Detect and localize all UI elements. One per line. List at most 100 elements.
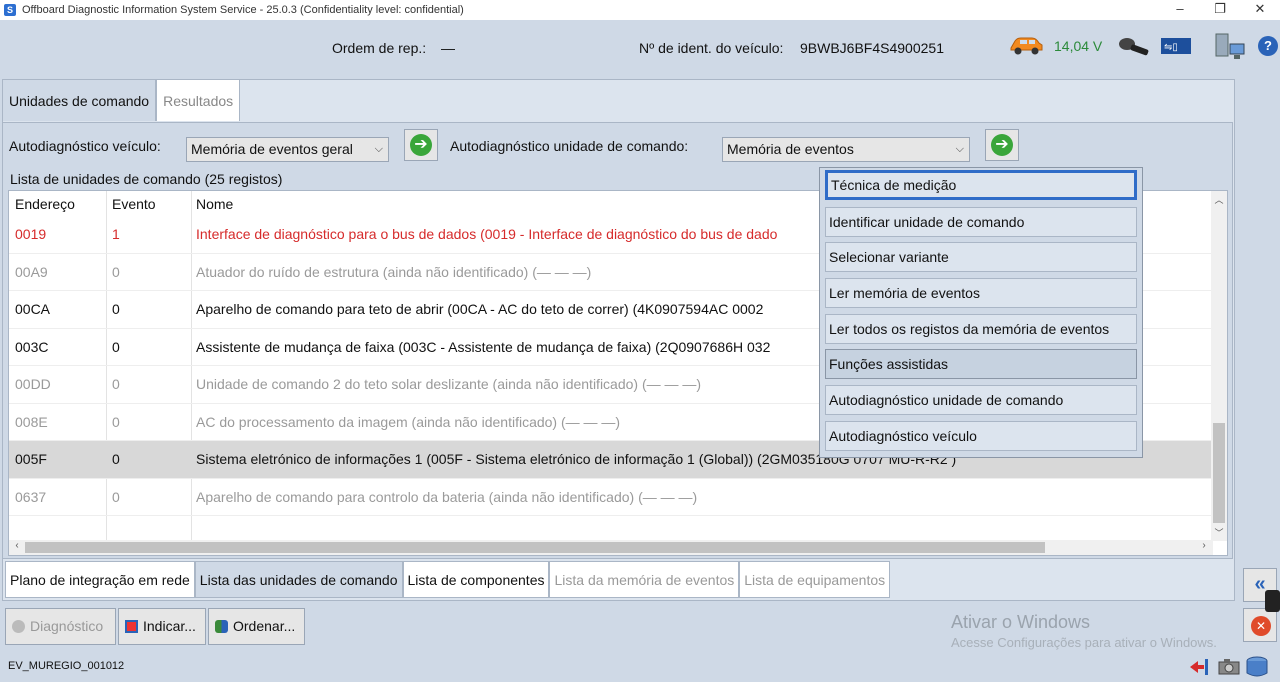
table-row[interactable]: 0637 0 Aparelho de comando para controlo… bbox=[9, 479, 1212, 516]
cell-address: 0637 bbox=[15, 488, 47, 505]
vehicle-selftest-select[interactable]: Memória de eventos geral ⌵ bbox=[186, 137, 389, 162]
cell-address: 0019 bbox=[15, 226, 47, 242]
cell-event: 0 bbox=[112, 338, 120, 355]
order-label: Ordem de rep.: bbox=[332, 40, 427, 56]
diagnostico-label: Diagnóstico bbox=[30, 618, 104, 634]
chevron-down-icon: ⌵ bbox=[374, 143, 383, 155]
cell-name: AC do processamento da imagem (ainda não… bbox=[196, 413, 621, 430]
context-menu: Técnica de medição Identificar unidade d… bbox=[819, 167, 1143, 458]
cell-name: Aparelho de comando para teto de abrir (… bbox=[196, 301, 764, 317]
exit-icon[interactable]: ✕ bbox=[1243, 608, 1277, 642]
side-toggle-icon[interactable] bbox=[1265, 590, 1280, 612]
cell-name: Atuador do ruído de estrutura (ainda não… bbox=[196, 263, 592, 280]
cell-name: Unidade de comando 2 do teto solar desli… bbox=[196, 376, 702, 392]
windows-activation-title: Ativar o Windows bbox=[951, 612, 1091, 632]
scroll-up-icon[interactable]: ︿ bbox=[1211, 193, 1227, 207]
column-header-nome[interactable]: Nome bbox=[196, 196, 233, 212]
order-value: — bbox=[441, 40, 455, 56]
arrow-right-icon: ➔ bbox=[410, 134, 432, 156]
unit-selftest-value: Memória de eventos bbox=[727, 141, 854, 157]
chevron-down-icon: ⌵ bbox=[955, 143, 964, 155]
cell-address: 005F bbox=[15, 451, 47, 467]
tab-lista-equipamentos[interactable]: Lista de equipamentos bbox=[739, 561, 891, 598]
vehicle-selftest-label: Autodiagnóstico veículo: bbox=[9, 138, 161, 154]
svg-text:⇋▯: ⇋▯ bbox=[1164, 42, 1178, 53]
key-icon bbox=[1118, 36, 1152, 65]
cell-event: 0 bbox=[112, 376, 120, 392]
session-code: EV_MUREGIO_001012 bbox=[8, 660, 125, 672]
cell-address: 008E bbox=[15, 413, 48, 430]
tab-lista-unidades[interactable]: Lista das unidades de comando bbox=[194, 561, 403, 598]
cell-event: 0 bbox=[112, 488, 120, 505]
ordenar-button[interactable]: Ordenar... bbox=[208, 608, 305, 645]
maximize-button[interactable]: ❐ bbox=[1200, 0, 1240, 20]
menu-item-tecnica-de-medicao[interactable]: Técnica de medição bbox=[825, 170, 1137, 200]
cell-address: 00A9 bbox=[15, 263, 48, 280]
help-icon[interactable]: ? bbox=[1258, 36, 1278, 56]
windows-activation-text: Acesse Configurações para ativar o Windo… bbox=[951, 635, 1217, 650]
tab-lista-componentes[interactable]: Lista de componentes bbox=[402, 561, 550, 598]
scroll-thumb[interactable] bbox=[25, 542, 1045, 553]
horizontal-scrollbar[interactable]: ‹ › bbox=[9, 540, 1213, 555]
unit-selftest-select[interactable]: Memória de eventos ⌵ bbox=[722, 137, 970, 162]
tab-resultados[interactable]: Resultados bbox=[156, 79, 241, 121]
car-icon bbox=[1008, 34, 1044, 61]
indicar-button[interactable]: Indicar... bbox=[118, 608, 206, 645]
display-icon bbox=[125, 620, 138, 633]
menu-item-identificar-unidade[interactable]: Identificar unidade de comando bbox=[825, 207, 1137, 237]
menu-item-autodiagnostico-veiculo[interactable]: Autodiagnóstico veículo bbox=[825, 421, 1137, 451]
tab-plano-integracao[interactable]: Plano de integração em rede bbox=[5, 561, 195, 598]
indicar-label: Indicar... bbox=[143, 618, 196, 634]
cell-event: 1 bbox=[112, 226, 120, 242]
logout-icon[interactable] bbox=[1188, 658, 1210, 676]
camera-icon[interactable] bbox=[1218, 659, 1240, 675]
vehicle-go-button[interactable]: ➔ bbox=[404, 129, 438, 161]
cell-address: 00DD bbox=[15, 376, 51, 392]
column-header-endereco[interactable]: Endereço bbox=[15, 196, 75, 212]
scroll-thumb[interactable] bbox=[1213, 423, 1225, 523]
cell-name: Aparelho de comando para controlo da bat… bbox=[196, 488, 698, 505]
menu-item-autodiagnostico-unidade[interactable]: Autodiagnóstico unidade de comando bbox=[825, 385, 1137, 415]
menu-item-ler-memoria-eventos[interactable]: Ler memória de eventos bbox=[825, 278, 1137, 308]
close-button[interactable]: ✕ bbox=[1240, 0, 1280, 20]
minimize-button[interactable]: – bbox=[1160, 0, 1200, 20]
vehicle-selftest-value: Memória de eventos geral bbox=[191, 141, 353, 157]
vertical-scrollbar[interactable]: ︿ ﹀ bbox=[1211, 191, 1227, 541]
menu-item-funcoes-assistidas[interactable]: Funções assistidas bbox=[825, 349, 1137, 379]
arrow-right-icon: ➔ bbox=[991, 134, 1013, 156]
cell-address: 003C bbox=[15, 338, 49, 355]
diagnostico-button[interactable]: Diagnóstico bbox=[5, 608, 116, 645]
top-tabs: Unidades de comando Resultados bbox=[2, 79, 241, 121]
bottom-tabs: Plano de integração em rede Lista das un… bbox=[5, 561, 891, 598]
ordenar-label: Ordenar... bbox=[233, 618, 296, 634]
cell-event: 0 bbox=[112, 301, 120, 317]
unit-selftest-label: Autodiagnóstico unidade de comando: bbox=[450, 138, 689, 154]
unit-go-button[interactable]: ➔ bbox=[985, 129, 1019, 161]
cell-event: 0 bbox=[112, 413, 120, 430]
battery-voltage: 14,04 V bbox=[1054, 38, 1103, 54]
vehicle-header: Ordem de rep.: — Nº de ident. do veículo… bbox=[0, 20, 1280, 78]
usb-icon[interactable]: ⇋▯ bbox=[1160, 37, 1192, 60]
scroll-left-icon[interactable]: ‹ bbox=[10, 540, 24, 555]
cell-name: Assistente de mudança de faixa (003C - A… bbox=[196, 338, 771, 355]
tab-lista-memoria-eventos[interactable]: Lista da memória de eventos bbox=[549, 561, 740, 598]
app-icon: S bbox=[4, 4, 16, 16]
menu-item-selecionar-variante[interactable]: Selecionar variante bbox=[825, 242, 1137, 272]
sort-icon bbox=[215, 620, 228, 633]
database-icon[interactable] bbox=[1245, 656, 1269, 678]
cell-address: 00CA bbox=[15, 301, 51, 317]
vin-value: 9BWBJ6BF4S4900251 bbox=[800, 40, 944, 56]
vin-label: Nº de ident. do veículo: bbox=[639, 40, 784, 56]
list-caption: Lista de unidades de comando (25 registo… bbox=[10, 171, 283, 187]
status-bar: EV_MUREGIO_001012 bbox=[0, 652, 1280, 682]
title-bar: S Offboard Diagnostic Information System… bbox=[0, 0, 1280, 20]
scroll-down-icon[interactable]: ﹀ bbox=[1211, 526, 1227, 540]
cell-event: 0 bbox=[112, 451, 120, 467]
window-title: Offboard Diagnostic Information System S… bbox=[22, 4, 464, 16]
tab-unidades-de-comando[interactable]: Unidades de comando bbox=[2, 79, 157, 121]
menu-item-ler-todos-registos[interactable]: Ler todos os registos da memória de even… bbox=[825, 314, 1137, 344]
network-icon[interactable] bbox=[1214, 32, 1246, 69]
cell-name: Interface de diagnóstico para o bus de d… bbox=[196, 226, 778, 242]
scroll-right-icon[interactable]: › bbox=[1197, 540, 1211, 555]
column-header-evento[interactable]: Evento bbox=[112, 196, 156, 212]
